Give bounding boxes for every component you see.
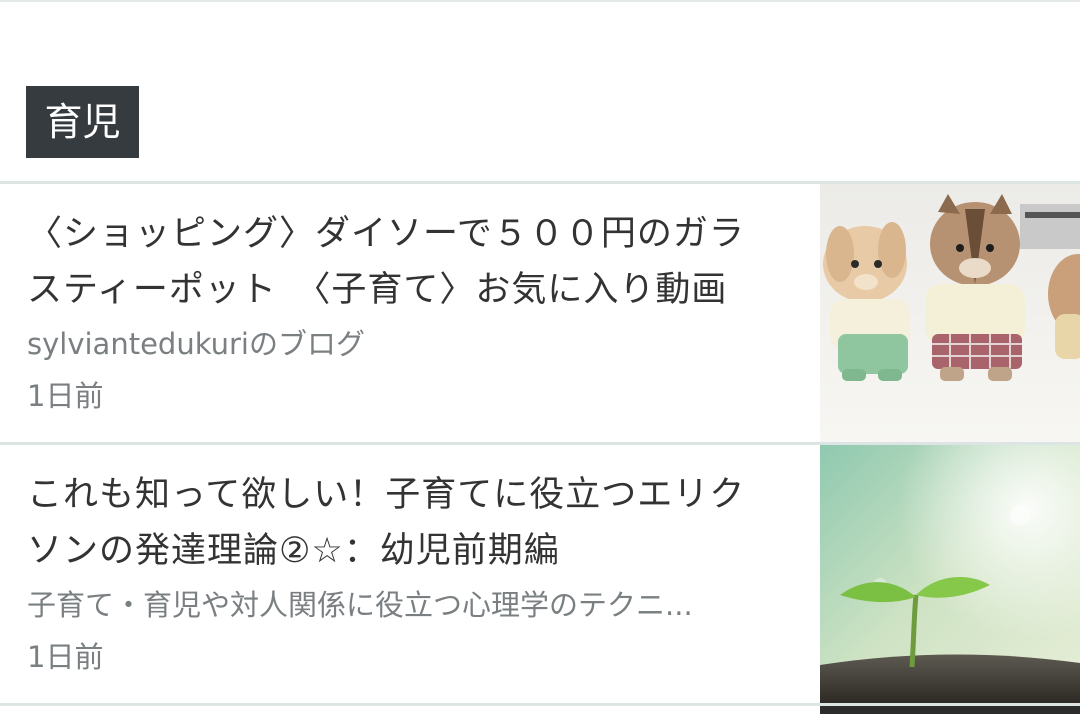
article-title[interactable]: これも知って欲しい！子育てに役立つエリク ソンの発達理論②☆：幼児前期編 xyxy=(27,467,797,579)
article-source: sylviantedukuriのブログ xyxy=(27,327,365,361)
article-card[interactable]: これも知って欲しい！子育てに役立つエリク ソンの発達理論②☆：幼児前期編 子育て・… xyxy=(0,445,1080,703)
article-source: 子育て・育児や対人関係に役立つ心理学のテクニ... xyxy=(27,588,693,622)
next-thumbnail-peek xyxy=(820,706,1080,714)
top-divider xyxy=(0,0,1080,2)
figurine-toys-photo[interactable] xyxy=(820,184,1080,442)
article-timestamp: 1日前 xyxy=(27,379,104,413)
next-article-peek xyxy=(0,706,1080,714)
article-card[interactable]: 〈ショッピング〉ダイソーで５００円のガラ スティーポット 〈子育て〉お気に入り動画… xyxy=(0,184,1080,442)
article-list: 〈ショッピング〉ダイソーで５００円のガラ スティーポット 〈子育て〉お気に入り動画… xyxy=(0,181,1080,714)
article-title[interactable]: 〈ショッピング〉ダイソーで５００円のガラ スティーポット 〈子育て〉お気に入り動画 xyxy=(27,206,797,318)
article-timestamp: 1日前 xyxy=(27,640,104,674)
sprout-photo[interactable] xyxy=(820,445,1080,703)
category-tag[interactable]: 育児 xyxy=(26,86,139,158)
